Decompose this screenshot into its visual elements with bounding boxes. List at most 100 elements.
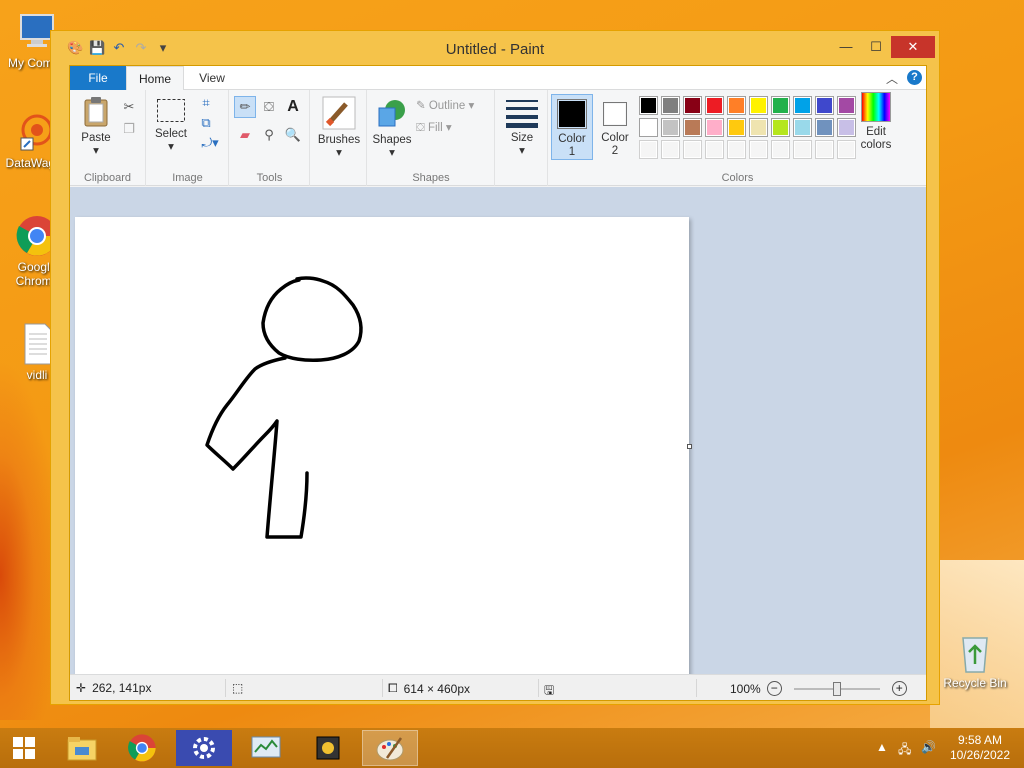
eraser-icon[interactable]: ▰ bbox=[236, 126, 254, 144]
color-swatch[interactable] bbox=[727, 118, 746, 137]
shapes-button[interactable]: Shapes ▾ bbox=[372, 96, 412, 160]
maximize-button[interactable]: ☐ bbox=[861, 36, 891, 58]
color-swatch[interactable] bbox=[771, 118, 790, 137]
network-icon[interactable]: 🖧 bbox=[898, 740, 911, 761]
title-bar[interactable]: 🎨 💾 ↶ ↷ ▾ Untitled - Paint — ☐ ✕ bbox=[51, 31, 939, 63]
close-button[interactable]: ✕ bbox=[891, 36, 935, 58]
rotate-icon[interactable]: ⤾▾ bbox=[197, 134, 223, 152]
color-picker-icon[interactable]: ⚲ bbox=[260, 126, 278, 144]
select-button[interactable]: Select ▾ bbox=[153, 98, 189, 154]
color-swatch[interactable] bbox=[771, 140, 790, 159]
zoom-out-button[interactable]: − bbox=[766, 681, 782, 696]
tab-view[interactable]: View bbox=[192, 66, 232, 90]
pencil-icon[interactable]: ✏ bbox=[234, 96, 256, 118]
color-swatch[interactable] bbox=[815, 118, 834, 137]
dropdown-arrow-icon: ▾ bbox=[93, 145, 99, 157]
paint-client-area: File Home View ︿ ? Paste▾ ✂ ❐ Clipboard bbox=[69, 65, 927, 701]
drawing-canvas[interactable] bbox=[75, 217, 689, 677]
zoom-in-button[interactable]: + bbox=[891, 681, 907, 696]
color2-button[interactable]: Color 2 bbox=[595, 94, 635, 160]
color-swatch[interactable] bbox=[771, 96, 790, 115]
cut-icon[interactable]: ✂ bbox=[120, 98, 138, 116]
cursor-move-icon: ✛ bbox=[76, 681, 87, 695]
magnifier-icon[interactable]: 🔍 bbox=[284, 126, 302, 144]
color-swatch[interactable] bbox=[749, 140, 768, 159]
fill-button[interactable]: ⛋ Fill ▾ bbox=[416, 120, 452, 135]
tools-group-label: Tools bbox=[256, 172, 283, 184]
start-button[interactable] bbox=[0, 730, 48, 766]
taskbar-paint[interactable] bbox=[362, 730, 418, 766]
color-swatch[interactable] bbox=[639, 140, 658, 159]
app-icon bbox=[316, 736, 340, 760]
color-swatch[interactable] bbox=[683, 118, 702, 137]
crop-icon[interactable]: ⌗ bbox=[197, 94, 215, 112]
color-swatch[interactable] bbox=[661, 140, 680, 159]
taskbar-file-explorer[interactable] bbox=[54, 730, 110, 766]
taskbar-chrome[interactable] bbox=[114, 730, 170, 766]
desktop-icon-recycle-bin[interactable]: Recycle Bin bbox=[940, 630, 1010, 690]
collapse-ribbon-icon[interactable]: ︿ bbox=[886, 70, 898, 87]
color-swatch[interactable] bbox=[639, 96, 658, 115]
edit-colors-button[interactable]: Edit colors bbox=[855, 92, 897, 152]
color-swatch[interactable] bbox=[661, 96, 680, 115]
color-swatch[interactable] bbox=[705, 118, 724, 137]
shapes-icon bbox=[378, 100, 405, 127]
color-swatch[interactable] bbox=[793, 96, 812, 115]
canvas-resize-handle-right[interactable] bbox=[687, 444, 692, 449]
tab-home[interactable]: Home bbox=[126, 66, 184, 91]
fill-bucket-icon[interactable]: ⛋ bbox=[260, 98, 278, 116]
color-swatch[interactable] bbox=[705, 96, 724, 115]
color1-label-line1: Color bbox=[558, 133, 586, 145]
desktop-icon-label: vidli bbox=[26, 368, 48, 382]
dropdown-arrow-icon: ▾ bbox=[336, 147, 342, 159]
color-swatch[interactable] bbox=[815, 96, 834, 115]
color-swatch[interactable] bbox=[837, 140, 856, 159]
ribbon: Paste ▾ ✂ ❐ Clipboard Select ▾ ⌗ ⧉ ⤾▾ Imag… bbox=[70, 90, 926, 186]
color-swatch[interactable] bbox=[815, 140, 834, 159]
copy-icon[interactable]: ❐ bbox=[120, 120, 138, 138]
paste-icon bbox=[84, 97, 108, 127]
size-button[interactable]: Size ▾ bbox=[502, 98, 542, 158]
color-swatch[interactable] bbox=[727, 140, 746, 159]
help-icon[interactable]: ? bbox=[907, 70, 922, 85]
brushes-button[interactable]: Brushes ▾ bbox=[315, 96, 363, 160]
tab-file[interactable]: File bbox=[70, 66, 126, 90]
image-group: Select ▾ ⌗ ⧉ ⤾▾ Image bbox=[147, 90, 229, 186]
color-swatch[interactable] bbox=[639, 118, 658, 137]
desktop-icon-label: Recycle Bin bbox=[943, 676, 1007, 690]
show-hidden-icons[interactable]: ▲ bbox=[876, 740, 888, 754]
cursor-position: ✛ 262, 141px bbox=[76, 681, 151, 695]
taskbar: ▲ 🖧 🔊 9:58 AM 10/26/2022 bbox=[0, 728, 1024, 768]
color1-button[interactable]: Color 1 bbox=[551, 94, 593, 160]
color-swatch[interactable] bbox=[683, 96, 702, 115]
edit-colors-label-line1: Edit bbox=[866, 126, 886, 138]
size-label: Size bbox=[510, 132, 534, 144]
zoom-slider-thumb[interactable] bbox=[832, 681, 841, 696]
outline-button[interactable]: ✎ Outline ▾ bbox=[416, 98, 474, 112]
taskbar-task-manager[interactable] bbox=[238, 730, 294, 766]
select-icon bbox=[157, 99, 185, 122]
paste-button[interactable]: Paste ▾ bbox=[78, 96, 114, 158]
minimize-button[interactable]: — bbox=[831, 36, 861, 58]
color2-label-line1: Color bbox=[601, 132, 629, 144]
color-swatch[interactable] bbox=[793, 140, 812, 159]
color-swatch[interactable] bbox=[661, 118, 680, 137]
taskbar-app[interactable] bbox=[300, 730, 356, 766]
resize-icon[interactable]: ⧉ bbox=[197, 114, 215, 132]
zoom-slider[interactable] bbox=[793, 681, 880, 696]
color-swatch[interactable] bbox=[837, 118, 856, 137]
color-swatch[interactable] bbox=[683, 140, 702, 159]
color-swatch[interactable] bbox=[705, 140, 724, 159]
color-swatch[interactable] bbox=[793, 118, 812, 137]
taskbar-settings[interactable] bbox=[176, 730, 232, 766]
text-tool-icon[interactable]: A bbox=[284, 98, 302, 116]
paste-label: Paste bbox=[81, 132, 111, 144]
color-swatch[interactable] bbox=[727, 96, 746, 115]
brush-icon bbox=[322, 96, 356, 130]
color-swatch[interactable] bbox=[749, 96, 768, 115]
color-swatch[interactable] bbox=[749, 118, 768, 137]
size-group: Size ▾ bbox=[496, 90, 548, 186]
color-swatch[interactable] bbox=[837, 96, 856, 115]
system-clock[interactable]: 9:58 AM 10/26/2022 bbox=[950, 733, 1010, 763]
volume-icon[interactable]: 🔊 bbox=[921, 740, 936, 754]
